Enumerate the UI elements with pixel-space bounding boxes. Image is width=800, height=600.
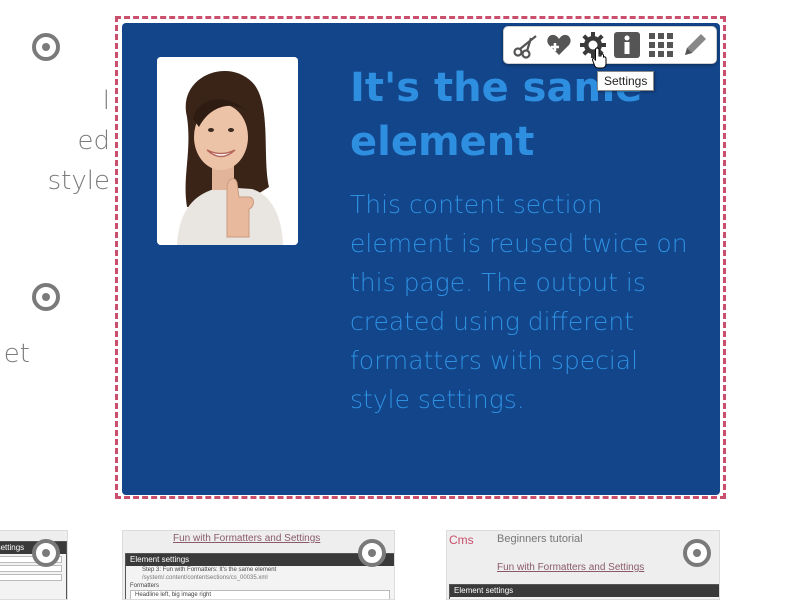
- profile-photo: [157, 57, 298, 245]
- heart-plus-icon[interactable]: [544, 30, 574, 60]
- hand-cursor-icon: [591, 47, 607, 69]
- thumb-dialog: Element settings: [449, 584, 719, 599]
- target-icon-5[interactable]: [683, 539, 711, 567]
- thumb-nav-title: Beginners tutorial: [497, 533, 583, 545]
- thumb-row: Formatters: [130, 583, 160, 589]
- target-icon-3[interactable]: [32, 539, 60, 567]
- target-icon-1[interactable]: [32, 33, 60, 61]
- left-text-line: l: [102, 86, 110, 116]
- thumb-dialog-title: Element settings: [450, 585, 719, 597]
- thumb-row: Headline left, big image right: [130, 590, 390, 599]
- thumb-nav-link: Fun with Formatters and Settings: [173, 533, 321, 544]
- thumb-field: [0, 574, 62, 581]
- thumb-dialog-title: Element settings: [126, 554, 394, 566]
- thumb-field: [0, 565, 62, 572]
- thumb-nav-link: Fun with Formatters and Settings: [497, 562, 645, 573]
- thumb-row: /system/.content/contentsections/cs_0003…: [142, 575, 268, 581]
- pencil-icon[interactable]: [680, 30, 710, 60]
- thumbnail-3[interactable]: Cms Beginners tutorial Fun with Formatte…: [446, 530, 720, 600]
- left-text-line: et: [3, 339, 30, 369]
- info-icon[interactable]: [612, 30, 642, 60]
- content-section-card[interactable]: It's the same element This content secti…: [122, 23, 720, 495]
- target-icon-4[interactable]: [358, 539, 386, 567]
- element-toolbar: [503, 26, 717, 64]
- thumb-logo: Cms: [449, 533, 474, 547]
- left-text-block-1: l ed style: [0, 81, 110, 201]
- left-text-line: style: [47, 166, 110, 196]
- thumb-dialog: Element settings Step 3: Fun with Format…: [125, 553, 394, 599]
- scissors-icon[interactable]: [510, 30, 540, 60]
- thumbnail-2[interactable]: Fun with Formatters and Settings Element…: [122, 530, 395, 600]
- card-body-text: This content section element is reused t…: [350, 190, 688, 414]
- grid-icon[interactable]: [646, 30, 676, 60]
- settings-tooltip: Settings: [597, 71, 655, 91]
- thumbnail-1[interactable]: Element settings: [0, 530, 68, 600]
- target-icon-2[interactable]: [32, 283, 60, 311]
- woman-thumbs-up-image: [157, 57, 298, 245]
- left-text-line: ed: [77, 126, 111, 156]
- thumb-row: Step 3: Fun with Formatters: It's the sa…: [142, 567, 277, 573]
- left-text-block-2: et: [0, 334, 30, 374]
